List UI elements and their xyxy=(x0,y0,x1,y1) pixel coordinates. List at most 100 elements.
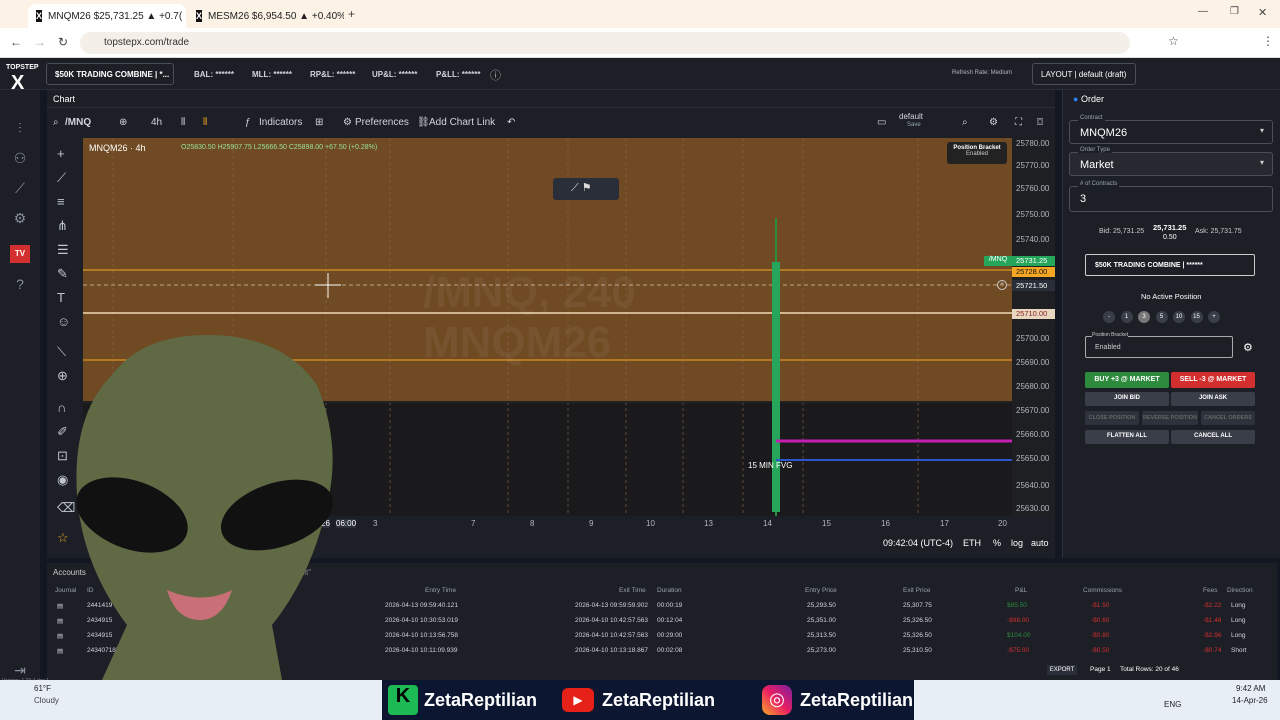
favorite-star-icon[interactable]: ☆ xyxy=(57,530,69,546)
account-select[interactable]: $50K TRADING COMBINE | *... xyxy=(46,63,174,85)
scale-percent[interactable]: % xyxy=(993,538,1001,548)
search-icon[interactable]: ⌕ xyxy=(962,117,968,128)
contracts-input[interactable]: # of Contracts 3 xyxy=(1069,181,1273,212)
chart-icon[interactable]: ⫶ xyxy=(12,120,28,136)
magnet-icon[interactable]: ∩ xyxy=(57,400,66,415)
session-toggle[interactable]: ETH xyxy=(963,538,981,548)
buy-market-button[interactable]: BUY +3 @ MARKET xyxy=(1085,372,1169,388)
compare-plus-icon[interactable]: ⊕ xyxy=(119,117,127,128)
eye-icon[interactable]: ◉ xyxy=(57,472,68,488)
layout-select[interactable]: LAYOUT | default (draft) xyxy=(1032,63,1136,85)
emoji-icon[interactable]: ☺ xyxy=(57,314,70,329)
layout-save[interactable]: Save xyxy=(907,122,921,128)
reload-icon[interactable]: ↻ xyxy=(58,35,68,49)
scale-log[interactable]: log xyxy=(1011,538,1023,548)
col-entry-time[interactable]: Entry Time xyxy=(425,587,456,594)
pitchfork-icon[interactable]: ⋔ xyxy=(57,218,68,234)
qty-button[interactable]: 10 xyxy=(1173,311,1185,323)
symbol-search-input[interactable]: /MNQ xyxy=(65,117,91,128)
add-order-plus-icon[interactable]: + xyxy=(997,280,1007,290)
close-position-button[interactable]: CLOSE POSITION xyxy=(1085,411,1139,425)
scale-auto[interactable]: auto xyxy=(1031,538,1049,548)
indicators-button[interactable]: Indicators xyxy=(259,117,302,128)
bracket-settings-icon[interactable]: ⚙ xyxy=(1243,341,1253,354)
bar-type-icon[interactable]: ⫴ xyxy=(181,117,185,128)
chart-settings-icon[interactable]: ⚙ xyxy=(989,117,998,128)
brush-icon[interactable]: ✎ xyxy=(57,266,68,282)
text-icon[interactable]: T xyxy=(57,290,65,305)
position-bracket-badge[interactable]: Position Bracket Enabled xyxy=(947,142,1007,164)
floating-draw-toolbar[interactable]: ⟋ ⚑ xyxy=(553,178,619,200)
sell-market-button[interactable]: SELL -3 @ MARKET xyxy=(1171,372,1255,388)
preferences-button[interactable]: Preferences xyxy=(355,117,409,128)
horizontal-lines-icon[interactable]: ≡ xyxy=(57,194,65,209)
settings-icon[interactable]: ⚙ xyxy=(12,210,28,226)
add-chart-link-button[interactable]: Add Chart Link xyxy=(429,117,495,128)
bookmark-star-icon[interactable]: ☆ xyxy=(1168,34,1179,48)
flatten-all-button[interactable]: FLATTEN ALL xyxy=(1085,430,1169,444)
crosshair-icon[interactable]: + xyxy=(57,146,65,161)
contract-select[interactable]: Contract MNQM26 ▾ xyxy=(1069,115,1273,144)
logout-icon[interactable]: ⇥ xyxy=(12,662,28,678)
zoom-icon[interactable]: ⊕ xyxy=(57,368,68,384)
trendline-icon[interactable]: ⟋ xyxy=(57,170,66,186)
qty-button[interactable]: 5 xyxy=(1155,311,1168,323)
qty-button[interactable]: 15 xyxy=(1190,311,1203,323)
close-window-icon[interactable]: ✕ xyxy=(1258,6,1267,19)
ruler-icon[interactable]: ⟍ xyxy=(57,344,66,360)
order-type-select[interactable]: Order Type Market ▾ xyxy=(1069,147,1273,176)
col-commissions[interactable]: Commissions xyxy=(1083,587,1122,594)
col-exit-time[interactable]: Exit Time xyxy=(619,587,646,594)
preferences-icon[interactable]: ⚙ xyxy=(343,117,352,128)
back-icon[interactable]: ← xyxy=(10,35,22,49)
export-button[interactable]: EXPORT xyxy=(1047,665,1077,675)
network-icon[interactable]: ⚇ xyxy=(12,150,28,166)
candle-icon[interactable]: ⫴ xyxy=(203,117,207,128)
menu-dots-icon[interactable]: ⋮ xyxy=(1262,34,1274,48)
layout-name[interactable]: default xyxy=(899,112,923,121)
url-field[interactable]: topstepx.com/trade xyxy=(80,32,1130,54)
fullscreen-icon[interactable]: ⛶ xyxy=(1015,117,1022,128)
restore-icon[interactable]: ❐ xyxy=(1230,6,1239,17)
new-tab-icon[interactable]: + xyxy=(348,7,355,21)
fib-icon[interactable]: ☰ xyxy=(57,242,69,258)
tradingview-icon[interactable]: TV xyxy=(10,245,30,263)
journal-icon[interactable]: ▤ xyxy=(57,602,63,610)
col-pnl[interactable]: P&L xyxy=(1015,587,1027,594)
indicators-icon[interactable]: ƒ xyxy=(245,117,251,128)
join-bid-button[interactable]: JOIN BID xyxy=(1085,392,1169,406)
col-entry-price[interactable]: Entry Price xyxy=(805,587,837,594)
pencil-lock-icon[interactable]: ✐ xyxy=(57,424,68,440)
lock-icon[interactable]: ⊡ xyxy=(57,448,68,464)
browser-tab-mes[interactable]: X MESM26 $6,954.50 ▲ +0.40% xyxy=(188,4,344,28)
input-language[interactable]: ENG xyxy=(1164,700,1181,709)
help-icon[interactable]: ? xyxy=(12,276,28,292)
interval-select[interactable]: 4h xyxy=(151,117,162,128)
order-account-select[interactable]: $50K TRADING COMBINE | ****** xyxy=(1085,254,1255,276)
analytics-icon[interactable]: ⟋ xyxy=(12,180,28,196)
qty-button[interactable]: 1 xyxy=(1120,311,1133,323)
info-icon[interactable]: ⓘ xyxy=(490,67,501,83)
reverse-position-button[interactable]: REVERSE POSITION xyxy=(1142,411,1198,425)
forward-icon[interactable]: → xyxy=(34,35,46,49)
templates-icon[interactable]: ⊞ xyxy=(315,117,323,128)
bracket-select[interactable]: Position Bracket Enabled xyxy=(1085,332,1233,358)
link-icon[interactable]: ⛓ xyxy=(417,117,430,128)
col-exit-price[interactable]: Exit Price xyxy=(903,587,930,594)
cancel-orders-button[interactable]: CANCEL ORDERS xyxy=(1201,411,1255,425)
cancel-all-button[interactable]: CANCEL ALL xyxy=(1171,430,1255,444)
col-duration[interactable]: Duration xyxy=(657,587,682,594)
minimize-icon[interactable]: — xyxy=(1198,6,1208,17)
qty-button[interactable]: + xyxy=(1208,311,1220,323)
col-fees[interactable]: Fees xyxy=(1203,587,1217,594)
journal-icon[interactable]: ▤ xyxy=(57,647,63,655)
join-ask-button[interactable]: JOIN ASK xyxy=(1171,392,1255,406)
browser-tab-mnq[interactable]: X MNQM26 $25,731.25 ▲ +0.7( xyxy=(28,4,186,28)
price-axis[interactable]: 25780.00 25770.00 25760.00 25750.00 2574… xyxy=(984,138,1055,516)
col-direction[interactable]: Direction xyxy=(1227,587,1253,594)
journal-icon[interactable]: ▤ xyxy=(57,617,63,625)
camera-icon[interactable]: ⌼ xyxy=(1037,117,1043,128)
symbol-search-icon[interactable]: ⌕ xyxy=(53,117,59,128)
undo-icon[interactable]: ↶ xyxy=(507,117,515,128)
fullscreen-rect-icon[interactable]: ▭ xyxy=(877,117,886,128)
